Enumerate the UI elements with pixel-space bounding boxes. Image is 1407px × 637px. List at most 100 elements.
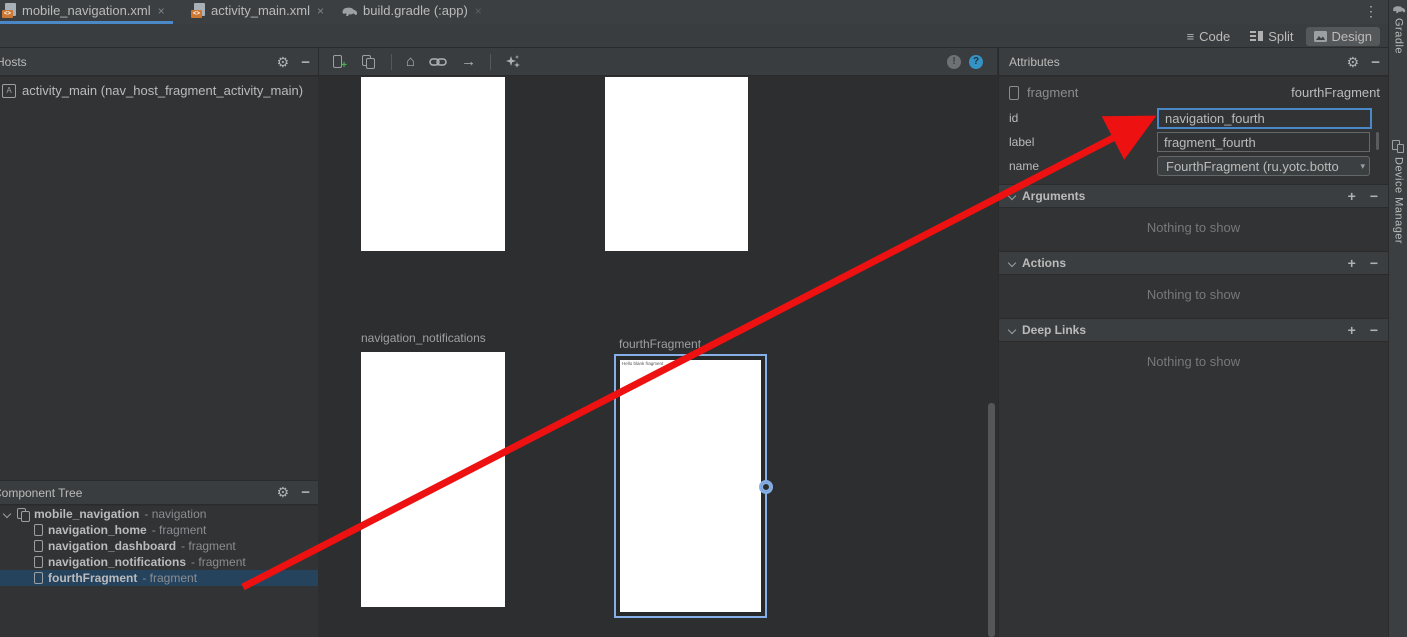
tool-window-device-manager[interactable]: Device Manager [1389,140,1407,244]
chevron-down-icon[interactable] [4,511,11,518]
editor-tab-bar: <> mobile_navigation.xml × <> activity_m… [0,0,1388,24]
close-icon[interactable]: × [317,4,324,18]
label-field[interactable] [1157,132,1370,152]
selected-component-row: fragment fourthFragment [999,77,1388,106]
close-icon[interactable]: × [158,4,165,18]
canvas-vertical-scrollbar[interactable] [988,403,995,637]
attributes-panel-title: Attributes [1009,55,1060,69]
device-manager-icon [1392,140,1405,153]
tab-activity-main[interactable]: <> activity_main.xml × [183,0,332,21]
destination-preview-fourth-selected[interactable]: Hello blank fragment [614,354,767,618]
section-header-actions[interactable]: Actions + − [999,251,1388,275]
destination-preview-notifications[interactable] [361,352,505,607]
destination-label-fourth[interactable]: fourthFragment [619,337,701,351]
fragment-icon [34,556,43,568]
hosts-panel-header: Hosts ⚙ − [0,48,318,76]
tree-item-fourth-fragment[interactable]: fourthFragment - fragment [0,570,318,586]
help-icon[interactable]: ? [969,55,983,69]
component-id: fourthFragment [1291,85,1380,100]
add-deep-link-icon[interactable]: + [1348,322,1356,338]
fragment-icon [34,572,43,584]
device-manager-label: Device Manager [1393,157,1405,244]
gradle-label: Gradle [1393,18,1405,54]
remove-action-icon[interactable]: − [1370,255,1378,271]
attribute-label: name [1009,159,1157,173]
host-item-label: activity_main (nav_host_fragment_activit… [22,83,303,98]
destination-preview-home[interactable] [361,77,505,251]
remove-deep-link-icon[interactable]: − [1370,322,1378,338]
destination-label-notifications[interactable]: navigation_notifications [361,331,486,345]
gear-icon[interactable]: ⚙ [277,54,290,71]
navigation-design-surface[interactable]: navigation_notifications fourthFragment … [319,77,997,637]
component-tree-header: Component Tree ⚙ − [0,480,318,505]
tab-label: build.gradle (:app) [363,3,468,18]
destination-preview-dashboard[interactable] [605,77,748,251]
tool-window-gradle[interactable]: Gradle [1389,4,1407,54]
split-icon [1250,31,1263,42]
home-destination-icon[interactable]: ⌂ [406,54,415,70]
close-icon[interactable]: × [475,4,482,18]
tab-mobile-navigation[interactable]: <> mobile_navigation.xml × [0,0,173,24]
split-mode-button[interactable]: Split [1242,27,1301,46]
tab-build-gradle[interactable]: build.gradle (:app) × [332,0,490,21]
editor-mode-row: ≡ Code Split Design [0,24,1388,48]
gear-icon[interactable]: ⚙ [277,484,290,501]
gradle-icon [340,5,358,17]
nested-graph-icon[interactable] [361,54,377,70]
name-dropdown[interactable]: FourthFragment (ru.yotc.botto ▾ [1157,156,1370,176]
deep-link-icon[interactable] [429,56,447,68]
attribute-label: id [1009,111,1157,125]
hide-panel-icon[interactable]: − [1371,54,1380,71]
tab-label: mobile_navigation.xml [22,3,151,18]
navigation-graph-icon [16,507,29,521]
component-tree-title: Component Tree [0,486,82,500]
fragment-icon [34,540,43,552]
hosts-panel: A activity_main (nav_host_fragment_activ… [0,77,318,480]
view-mode-switcher: ≡ Code Split Design [1179,25,1380,47]
hosts-panel-title: Hosts [0,55,27,69]
tab-label: activity_main.xml [211,3,310,18]
preview-text: Hello blank fragment [620,360,761,366]
warnings-icon[interactable]: ! [947,55,961,69]
panel-mini-scrollbar[interactable] [1376,132,1379,150]
attribute-row-id: id [999,106,1388,130]
action-arrow-icon[interactable]: → [461,54,476,70]
tree-item-navigation-home[interactable]: navigation_home - fragment [0,522,318,538]
chevron-down-icon: ▾ [1360,161,1365,172]
design-mode-button[interactable]: Design [1306,27,1380,46]
tree-item-navigation-dashboard[interactable]: navigation_dashboard - fragment [0,538,318,554]
chevron-down-icon [1009,260,1016,267]
fragment-icon [34,524,43,536]
tree-item-navigation-notifications[interactable]: navigation_notifications - fragment [0,554,318,570]
new-destination-icon[interactable]: + [331,54,347,70]
attribute-row-label: label [999,130,1388,154]
tree-item-mobile-navigation[interactable]: mobile_navigation - navigation [0,506,318,522]
component-type: fragment [1027,85,1078,100]
attribute-label: label [1009,135,1157,149]
host-item-activity-main[interactable]: A activity_main (nav_host_fragment_activ… [0,77,318,98]
arguments-empty-text: Nothing to show [999,208,1388,245]
xml-file-icon: <> [2,3,17,18]
action-handle[interactable] [759,480,773,494]
remove-argument-icon[interactable]: − [1370,188,1378,204]
more-options-icon[interactable]: ⋮ [1364,3,1378,20]
section-header-deep-links[interactable]: Deep Links + − [999,318,1388,342]
section-header-arguments[interactable]: Arguments + − [999,184,1388,208]
fragment-icon [1009,86,1019,100]
id-field[interactable] [1157,108,1372,129]
hide-panel-icon[interactable]: − [301,54,310,71]
attributes-panel-header: Attributes ⚙ − [998,48,1388,76]
hide-panel-icon[interactable]: − [301,484,310,501]
design-icon [1314,31,1327,42]
chevron-down-icon [1009,193,1016,200]
activity-icon: A [2,84,16,98]
add-action-icon[interactable]: + [1348,255,1356,271]
right-tool-window-stripe: Gradle Device Manager [1388,0,1407,637]
gear-icon[interactable]: ⚙ [1347,54,1360,71]
attributes-panel: fragment fourthFragment id label name Fo… [998,77,1388,637]
add-argument-icon[interactable]: + [1348,188,1356,204]
auto-arrange-icon[interactable] [505,54,521,70]
android-studio-window: <> mobile_navigation.xml × <> activity_m… [0,0,1407,637]
code-mode-button[interactable]: ≡ Code [1179,27,1239,46]
actions-empty-text: Nothing to show [999,275,1388,312]
